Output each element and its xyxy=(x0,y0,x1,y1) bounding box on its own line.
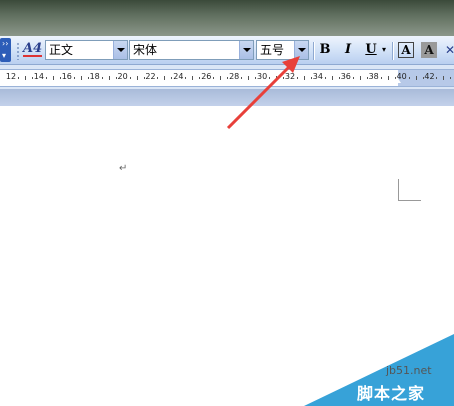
watermark-brand-text: 脚本之家 xyxy=(357,384,426,403)
watermark-site-text: jb51.net xyxy=(386,364,432,377)
annotation-arrow-shaft xyxy=(226,60,296,130)
